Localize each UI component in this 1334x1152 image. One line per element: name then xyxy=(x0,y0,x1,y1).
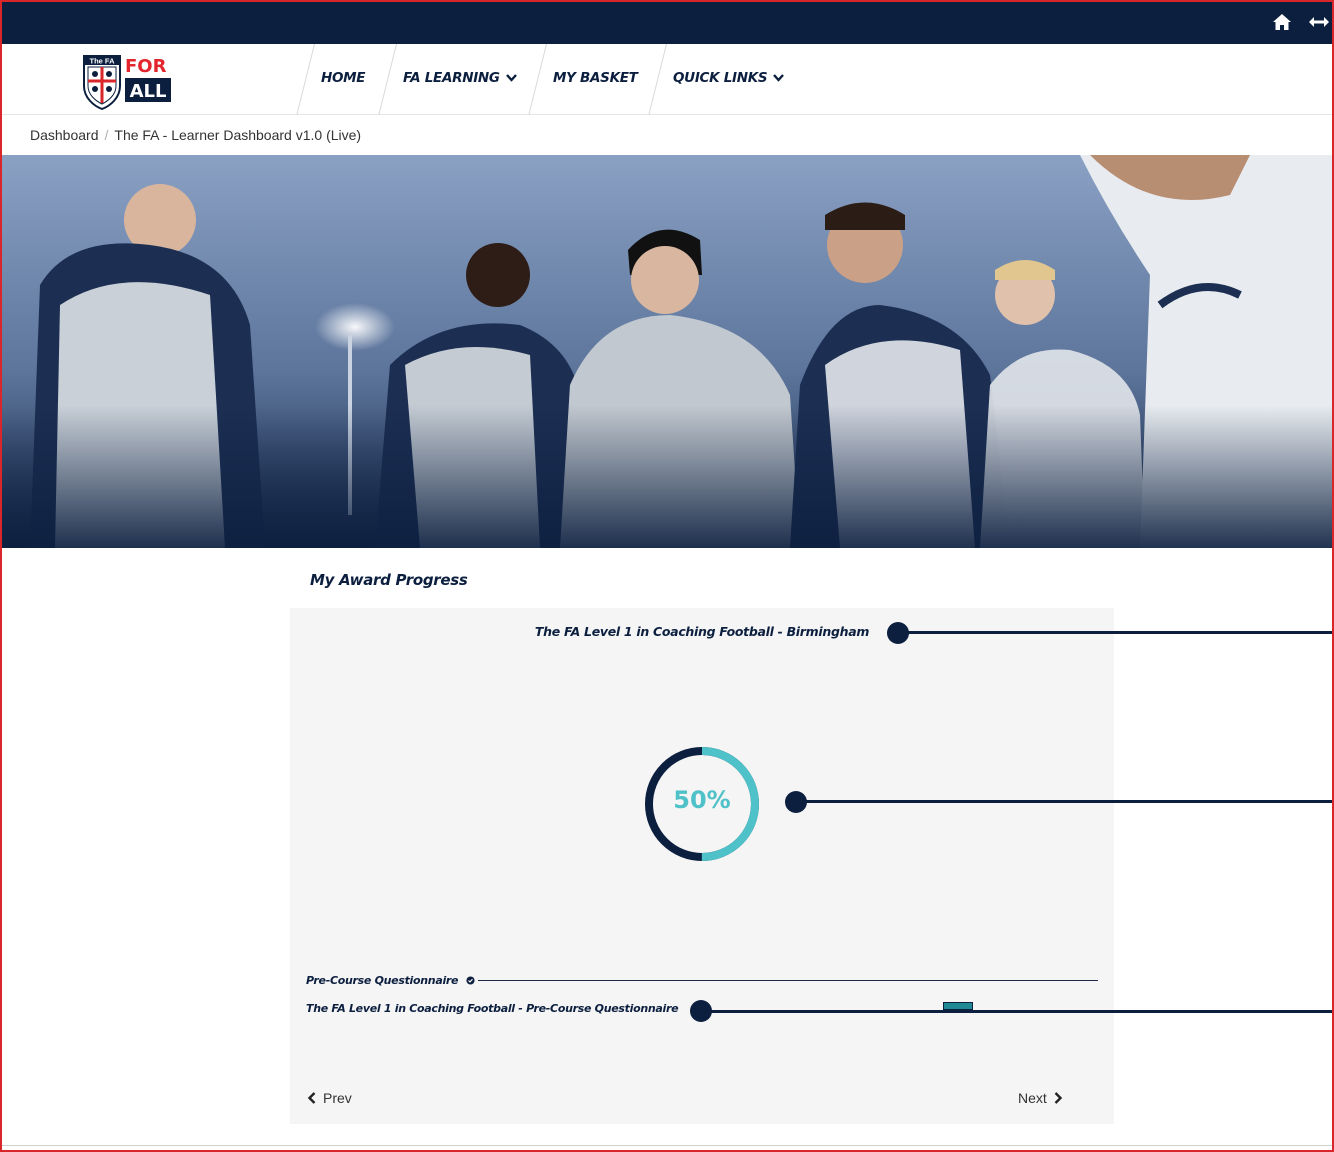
prev-label: Prev xyxy=(323,1090,352,1106)
prev-button[interactable]: Prev xyxy=(307,1090,352,1106)
breadcrumb: Dashboard / The FA - Learner Dashboard v… xyxy=(30,127,361,143)
nav-quick-links[interactable]: QUICK LINKS xyxy=(673,70,785,86)
section-title: My Award Progress xyxy=(310,571,468,589)
breadcrumb-current: The FA - Learner Dashboard v1.0 (Live) xyxy=(114,127,362,143)
next-button[interactable]: Next xyxy=(1018,1090,1063,1106)
annotation-dot xyxy=(785,791,807,813)
chevron-left-icon xyxy=(307,1092,316,1104)
breadcrumb-separator: / xyxy=(104,127,109,143)
nav-fa-learning[interactable]: FA LEARNING xyxy=(403,70,517,86)
expand-arrows-icon[interactable] xyxy=(1308,15,1330,29)
step-detail[interactable]: The FA Level 1 in Coaching Football - Pr… xyxy=(306,1002,679,1015)
nav-fa-learning-label: FA LEARNING xyxy=(403,70,500,86)
footer-divider xyxy=(0,1145,1334,1146)
next-label: Next xyxy=(1018,1090,1047,1106)
logo-word-all: ALL xyxy=(130,81,167,102)
step-title: Pre-Course Questionnaire xyxy=(306,974,475,987)
nav-separator xyxy=(528,44,547,115)
annotation-dot xyxy=(887,622,909,644)
step-divider xyxy=(478,980,1098,981)
nav-separator xyxy=(378,44,397,115)
top-bar xyxy=(0,0,1334,44)
check-circle-icon xyxy=(466,976,475,985)
main-navbar: The FA FOR ALL HOME FA LEARNING MY BASKE… xyxy=(0,44,1334,115)
nav-my-basket-label: MY BASKET xyxy=(553,70,638,86)
annotation-line xyxy=(897,631,1334,634)
annotation-line xyxy=(795,800,1334,803)
chevron-right-icon xyxy=(1054,1092,1062,1104)
step-progress-marker xyxy=(943,1002,973,1010)
logo-badge-text: The FA xyxy=(89,57,115,66)
breadcrumb-dashboard[interactable]: Dashboard xyxy=(30,127,99,143)
progress-percent: 50% xyxy=(673,786,731,814)
hero-banner-image xyxy=(0,155,1334,548)
nav-separator xyxy=(648,44,667,115)
nav-quick-links-label: QUICK LINKS xyxy=(673,70,768,86)
home-icon[interactable] xyxy=(1272,13,1292,31)
annotation-dot xyxy=(690,1000,712,1022)
chevron-down-icon xyxy=(505,74,517,82)
fa-for-all-logo[interactable]: The FA FOR ALL xyxy=(80,50,176,110)
chevron-down-icon xyxy=(773,74,785,82)
step-title-label: Pre-Course Questionnaire xyxy=(306,974,459,987)
award-progress-panel: The FA Level 1 in Coaching Football - Bi… xyxy=(290,608,1114,1124)
nav-home-label: HOME xyxy=(321,70,366,86)
annotation-line xyxy=(700,1010,1334,1013)
nav-my-basket[interactable]: MY BASKET xyxy=(553,70,638,86)
nav-home[interactable]: HOME xyxy=(321,70,366,86)
nav-separator xyxy=(296,44,315,115)
logo-word-for: FOR xyxy=(125,56,167,77)
